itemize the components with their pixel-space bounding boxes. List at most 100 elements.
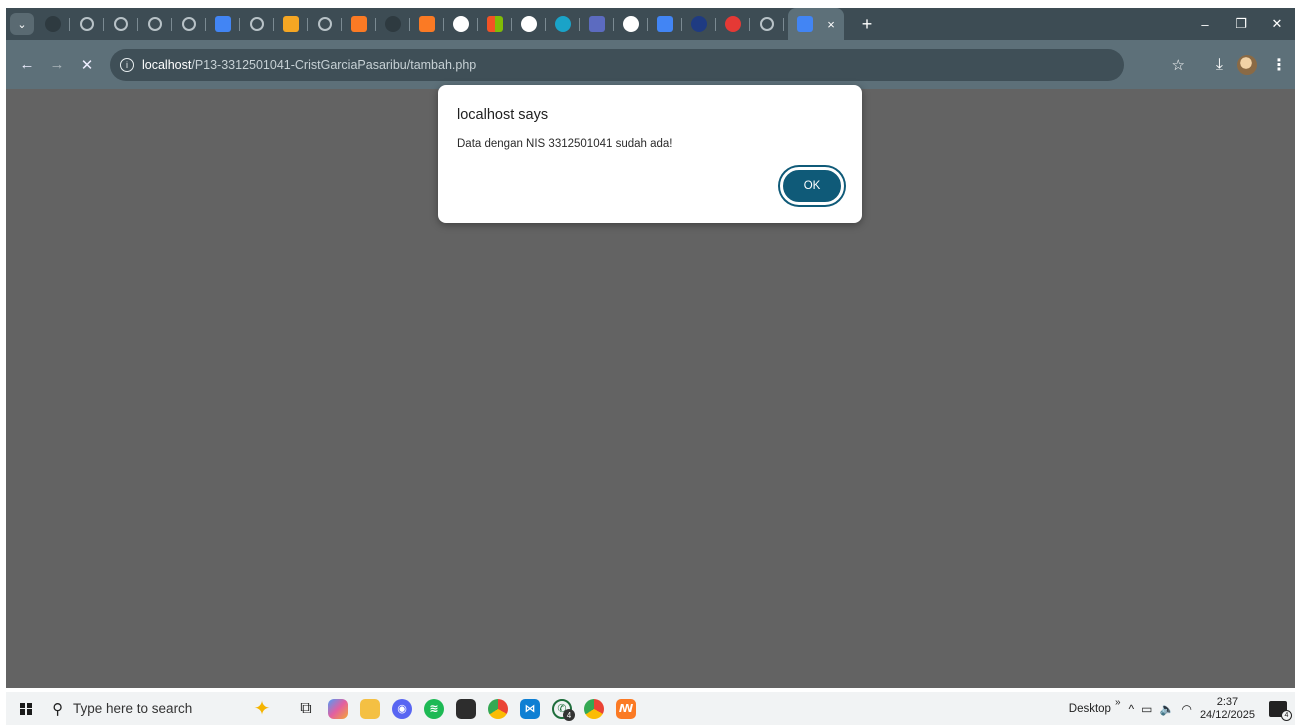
- taskbar-chrome-profile[interactable]: [578, 692, 610, 725]
- profile-avatar[interactable]: [1237, 54, 1257, 75]
- browser-tab[interactable]: [444, 8, 478, 40]
- taskbar-discord[interactable]: ◉: [386, 692, 418, 725]
- back-button[interactable]: ←: [12, 50, 42, 80]
- download-icon[interactable]: ⤓: [1216, 56, 1223, 74]
- browser-tab[interactable]: [104, 8, 138, 40]
- chrome-profile-icon: [584, 698, 604, 719]
- taskbar-spotify[interactable]: ≋: [418, 692, 450, 725]
- browser-tab[interactable]: [70, 8, 104, 40]
- xampp-icon: [351, 16, 367, 32]
- url-path: /P13-3312501041-CristGarciaPasaribu/tamb…: [191, 57, 477, 72]
- search-placeholder: Type here to search: [73, 701, 193, 716]
- site-icon: [691, 16, 707, 32]
- browser-tab-strip: ⌄ × + – ❐ ✕: [6, 8, 1295, 40]
- wifi-icon[interactable]: ◠: [1181, 702, 1191, 716]
- start-button[interactable]: [6, 692, 46, 725]
- app-badge: 4: [563, 709, 575, 721]
- globe-icon: [148, 17, 162, 31]
- taskbar-file-explorer[interactable]: [354, 692, 386, 725]
- bookmark-star-icon[interactable]: ☆: [1172, 56, 1185, 74]
- browser-tab[interactable]: [138, 8, 172, 40]
- sparkle-icon[interactable]: ✦: [240, 696, 284, 721]
- taskbar-sticky-notes[interactable]: [450, 692, 482, 725]
- taskbar-chrome[interactable]: [482, 692, 514, 725]
- browser-tab[interactable]: [648, 8, 682, 40]
- dialog-title: localhost says: [457, 107, 549, 123]
- close-window-button[interactable]: ✕: [1259, 8, 1295, 40]
- forward-button[interactable]: →: [42, 50, 72, 80]
- chrome-icon: [453, 16, 469, 32]
- browser-tab[interactable]: [172, 8, 206, 40]
- search-icon: ⚲: [52, 700, 63, 718]
- browser-tab[interactable]: [580, 8, 614, 40]
- browser-tab[interactable]: [750, 8, 784, 40]
- browser-tab[interactable]: [546, 8, 580, 40]
- dialog-message: Data dengan NIS 3312501041 sudah ada!: [457, 138, 673, 150]
- taskbar-task-view[interactable]: ⧉: [290, 692, 322, 725]
- browser-tab[interactable]: [342, 8, 376, 40]
- cloud-icon: [555, 16, 571, 32]
- google-docs-icon: [215, 16, 231, 32]
- stop-loading-button[interactable]: ✕: [72, 50, 102, 80]
- ok-button[interactable]: OK: [780, 167, 844, 205]
- url-host: localhost: [142, 57, 192, 72]
- browser-tab[interactable]: [478, 8, 512, 40]
- taskbar-vscode[interactable]: ⋈: [514, 692, 546, 725]
- browser-tab[interactable]: [614, 8, 648, 40]
- github-icon: [45, 16, 61, 32]
- window-controls: – ❐ ✕: [1187, 8, 1295, 40]
- globe-icon: [318, 17, 332, 31]
- taskbar-copilot[interactable]: [322, 692, 354, 725]
- restore-button[interactable]: ❐: [1223, 8, 1259, 40]
- taskbar-xampp[interactable]: ꟿ: [610, 692, 642, 725]
- volume-icon[interactable]: 🔈: [1160, 702, 1175, 716]
- browser-tab[interactable]: [206, 8, 240, 40]
- show-hidden-icons-icon[interactable]: ^: [1129, 702, 1135, 716]
- taskbar-search[interactable]: ⚲ Type here to search: [46, 692, 236, 725]
- sticky-notes-icon: [456, 698, 476, 719]
- browser-tab[interactable]: [682, 8, 716, 40]
- clock-time: 2:37: [1216, 695, 1239, 708]
- minimize-button[interactable]: –: [1187, 8, 1223, 40]
- notification-icon[interactable]: 4: [1269, 700, 1292, 721]
- overflow-icon[interactable]: »: [1115, 697, 1121, 708]
- globe-icon: [760, 17, 774, 31]
- notification-count: 4: [1281, 709, 1292, 721]
- close-tab-icon[interactable]: ×: [827, 17, 835, 32]
- tab-search-button[interactable]: ⌄: [10, 13, 34, 35]
- xampp-icon: ꟿ: [616, 698, 636, 719]
- site-info-icon[interactable]: i: [120, 57, 134, 72]
- active-tab[interactable]: ×: [788, 8, 844, 40]
- browser-tab[interactable]: [716, 8, 750, 40]
- browser-tab[interactable]: [36, 8, 70, 40]
- chrome-icon: [623, 16, 639, 32]
- browser-menu-icon[interactable]: ⋮: [1271, 55, 1287, 75]
- google-docs-icon: [657, 16, 673, 32]
- browser-tab[interactable]: [274, 8, 308, 40]
- clock[interactable]: 2:37 24/12/2025: [1200, 696, 1255, 722]
- chrome-icon: [488, 698, 508, 719]
- browser-tab[interactable]: [308, 8, 342, 40]
- heart-icon: [725, 16, 741, 32]
- globe-icon: [250, 17, 264, 31]
- globe-icon: [80, 17, 94, 31]
- browser-tab[interactable]: [376, 8, 410, 40]
- browser-tab[interactable]: [512, 8, 546, 40]
- alert-dialog: localhost says Data dengan NIS 331250104…: [438, 85, 862, 223]
- browser-tab[interactable]: [240, 8, 274, 40]
- task-view-icon: ⧉: [300, 699, 312, 717]
- forms-icon: [589, 16, 605, 32]
- claude-icon: [283, 16, 299, 32]
- battery-icon[interactable]: ▭: [1141, 702, 1152, 716]
- chevron-down-icon: ⌄: [17, 18, 27, 31]
- windows-icon: [20, 702, 32, 715]
- google-docs-icon: [797, 16, 814, 32]
- address-bar[interactable]: i localhost/P13-3312501041-CristGarciaPa…: [110, 48, 1124, 81]
- browser-tab[interactable]: [410, 8, 444, 40]
- taskbar-whatsapp[interactable]: ✆ 4: [546, 692, 578, 725]
- github-icon: [385, 16, 401, 32]
- new-tab-button[interactable]: +: [852, 14, 882, 35]
- windows-taskbar: ⚲ Type here to search ✦ ⧉ ◉ ≋ ⋈ ✆ 4 ꟿ Desktop …: [6, 692, 1295, 725]
- copilot-icon: [328, 698, 348, 719]
- desktop-toolbar-label[interactable]: Desktop: [1069, 703, 1111, 715]
